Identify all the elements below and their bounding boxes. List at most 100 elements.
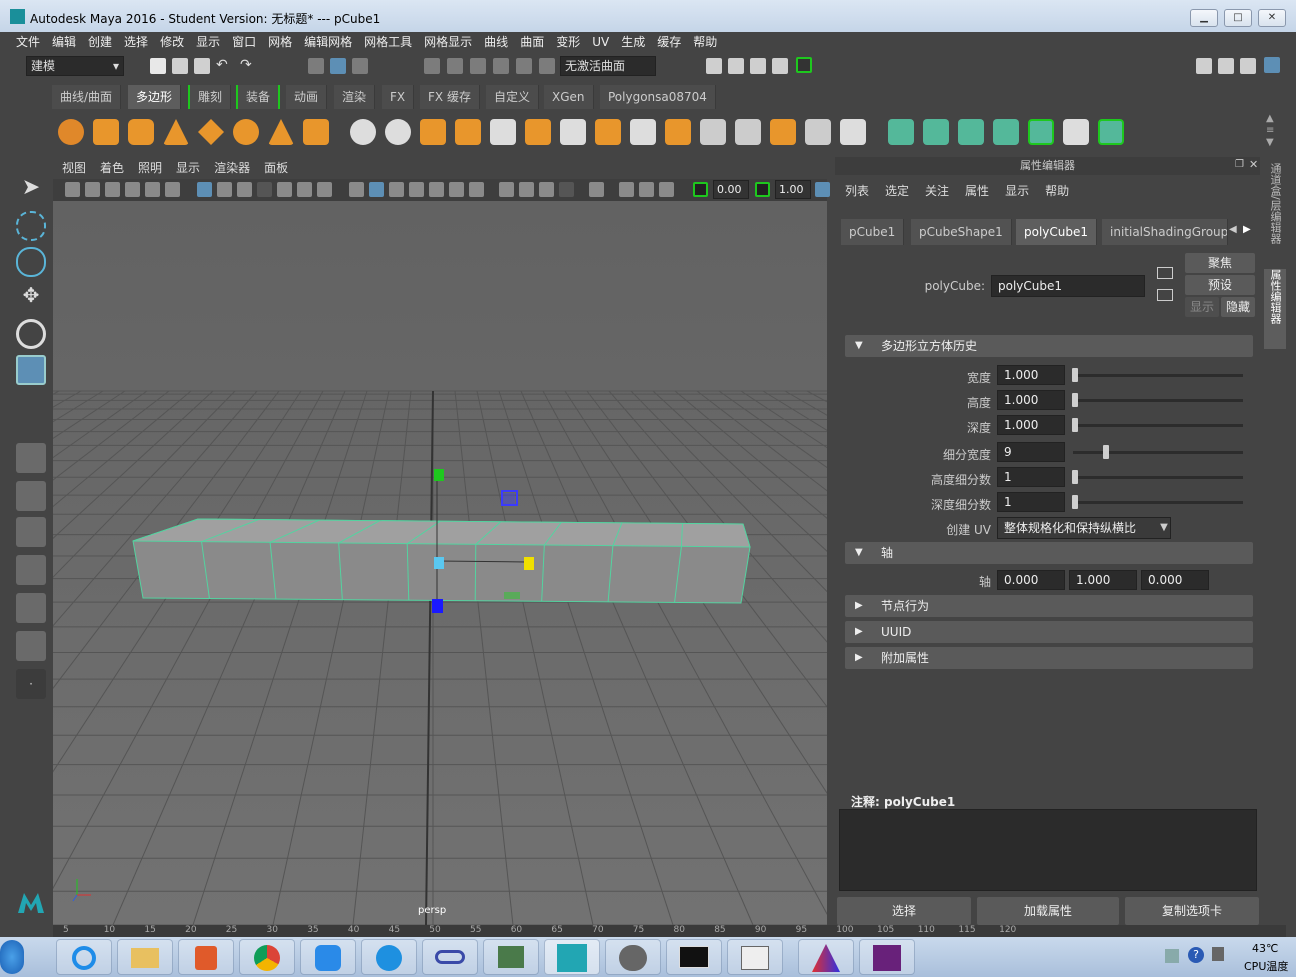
tray-help-icon[interactable]: ? xyxy=(1188,947,1204,963)
snap-point-icon[interactable] xyxy=(470,58,486,74)
undo-icon[interactable]: ↶ xyxy=(216,58,232,74)
render-view-icon[interactable] xyxy=(706,58,722,74)
graph-persp-layout-icon[interactable] xyxy=(16,631,46,661)
menu-cache[interactable]: 缓存 xyxy=(651,32,687,52)
select-tool-icon[interactable]: ➤ xyxy=(16,175,46,205)
focus-button[interactable]: 聚焦 xyxy=(1185,253,1255,273)
safe-title-icon[interactable] xyxy=(317,182,332,197)
tab-scroll-right-icon[interactable]: ▶ xyxy=(1243,224,1251,235)
resolution-gate-icon[interactable] xyxy=(237,182,252,197)
poly-pyramid-icon[interactable] xyxy=(268,119,294,145)
taskbar-maya-icon[interactable] xyxy=(544,939,600,975)
uv-editor-icon[interactable] xyxy=(840,119,866,145)
bridge-icon[interactable] xyxy=(560,119,586,145)
extrude-icon[interactable] xyxy=(525,119,551,145)
menu-mesh[interactable]: 网格 xyxy=(262,32,298,52)
poly-plane-icon[interactable] xyxy=(198,119,224,145)
viewport-scene[interactable]: persp xyxy=(53,201,827,925)
vp-menu-shading[interactable]: 着色 xyxy=(93,157,131,179)
select-hierarchy-icon[interactable] xyxy=(308,58,324,74)
attr-slider[interactable] xyxy=(1073,501,1243,504)
attr-value-field[interactable]: 1.000 xyxy=(997,365,1065,385)
render-settings-icon[interactable] xyxy=(772,58,788,74)
snap-surface-icon[interactable] xyxy=(516,58,532,74)
attr-slider[interactable] xyxy=(1073,451,1243,454)
snap-view-icon[interactable] xyxy=(493,58,509,74)
image-plane-icon[interactable] xyxy=(125,182,140,197)
attr-value-field[interactable]: 9 xyxy=(997,442,1065,462)
wireframe-icon[interactable] xyxy=(349,182,364,197)
tab-rendering[interactable]: 渲染 xyxy=(334,85,376,109)
exposure-field[interactable]: 0.00 xyxy=(713,180,749,199)
ipr-render-icon[interactable] xyxy=(750,58,766,74)
minimize-button[interactable]: ▁ xyxy=(1190,9,1218,27)
node-name-field[interactable]: polyCube1 xyxy=(991,275,1145,297)
tool-settings-icon[interactable] xyxy=(1240,58,1256,74)
menu-display[interactable]: 显示 xyxy=(190,32,226,52)
open-scene-icon[interactable] xyxy=(172,58,188,74)
menu-mesh-display[interactable]: 网格显示 xyxy=(418,32,478,52)
maximize-button[interactable]: □ xyxy=(1224,9,1252,27)
section-polycube-history[interactable]: ▼ 多边形立方体历史 xyxy=(845,335,1253,357)
shade-wireframe-icon[interactable] xyxy=(389,182,404,197)
tab-polygonsa08704[interactable]: Polygonsa08704 xyxy=(600,85,716,109)
move-tool-icon[interactable]: ✥ xyxy=(16,283,46,313)
color-management-icon[interactable] xyxy=(815,182,830,197)
select-object-icon[interactable] xyxy=(330,58,346,74)
isolate-select-icon[interactable] xyxy=(589,182,604,197)
multi-cut-icon[interactable] xyxy=(700,119,726,145)
bookmark-icon[interactable] xyxy=(105,182,120,197)
taskbar-network-icon[interactable] xyxy=(483,939,539,975)
tray-volume-icon[interactable] xyxy=(1212,947,1224,961)
tab-polygons[interactable]: 多边形 xyxy=(128,85,182,109)
tab-pcube1[interactable]: pCube1 xyxy=(841,219,905,245)
copy-tab-button[interactable]: 复制选项卡 xyxy=(1125,897,1259,925)
tab-scroll-left-icon[interactable]: ◀ xyxy=(1229,224,1237,235)
snap-curve-icon[interactable] xyxy=(447,58,463,74)
safe-action-icon[interactable] xyxy=(297,182,312,197)
gamma-icon[interactable] xyxy=(659,182,674,197)
attr-value-field[interactable]: 1 xyxy=(997,467,1065,487)
show-button[interactable]: 显示 xyxy=(1185,297,1219,317)
poly-cone-icon[interactable] xyxy=(163,119,189,145)
menu-edit[interactable]: 编辑 xyxy=(46,32,82,52)
save-scene-icon[interactable] xyxy=(194,58,210,74)
taskbar-ie-icon[interactable] xyxy=(56,939,112,975)
select-button[interactable]: 选择 xyxy=(837,897,971,925)
menu-deform[interactable]: 变形 xyxy=(550,32,586,52)
gamma-correct-icon[interactable] xyxy=(755,182,770,197)
persp-outliner-layout-icon[interactable] xyxy=(16,517,46,547)
menu-mesh-tools[interactable]: 网格工具 xyxy=(358,32,418,52)
mirror-icon[interactable] xyxy=(805,119,831,145)
section-axis[interactable]: ▼ 轴 xyxy=(845,542,1253,564)
camera-attr-icon[interactable] xyxy=(85,182,100,197)
taskbar-window-icon[interactable] xyxy=(727,939,783,975)
append-icon[interactable] xyxy=(665,119,691,145)
lights-icon[interactable] xyxy=(429,182,444,197)
fill-hole-icon[interactable] xyxy=(630,119,656,145)
textured-icon[interactable] xyxy=(409,182,424,197)
taskbar-visualstudio-icon[interactable] xyxy=(859,939,915,975)
smooth-icon[interactable] xyxy=(455,119,481,145)
presets-button[interactable]: 预设 xyxy=(1185,275,1255,295)
taskbar-eye-icon[interactable] xyxy=(605,939,661,975)
tab-fx[interactable]: FX xyxy=(382,85,415,109)
smooth-shade-icon[interactable] xyxy=(369,182,384,197)
anti-alias-icon[interactable] xyxy=(539,182,554,197)
attr-slider-handle[interactable] xyxy=(1072,470,1078,484)
attr-slider[interactable] xyxy=(1073,399,1243,402)
insert-edgeloop-icon[interactable] xyxy=(735,119,761,145)
ae-menu-selected[interactable]: 选定 xyxy=(877,181,917,201)
vp-menu-lighting[interactable]: 照明 xyxy=(131,157,169,179)
menu-window[interactable]: 窗口 xyxy=(226,32,262,52)
attr-slider[interactable] xyxy=(1073,374,1243,377)
menu-edit-mesh[interactable]: 编辑网格 xyxy=(298,32,358,52)
tab-fx-caching[interactable]: FX 缓存 xyxy=(420,85,480,109)
make-live-icon[interactable] xyxy=(539,58,555,74)
hypershade-layout-icon[interactable] xyxy=(16,593,46,623)
taskbar-explorer-icon[interactable] xyxy=(117,939,173,975)
menu-select[interactable]: 选择 xyxy=(118,32,154,52)
xray-joints-icon[interactable] xyxy=(619,182,634,197)
section-uuid[interactable]: ▶ UUID xyxy=(845,621,1253,643)
select-component-icon[interactable] xyxy=(352,58,368,74)
